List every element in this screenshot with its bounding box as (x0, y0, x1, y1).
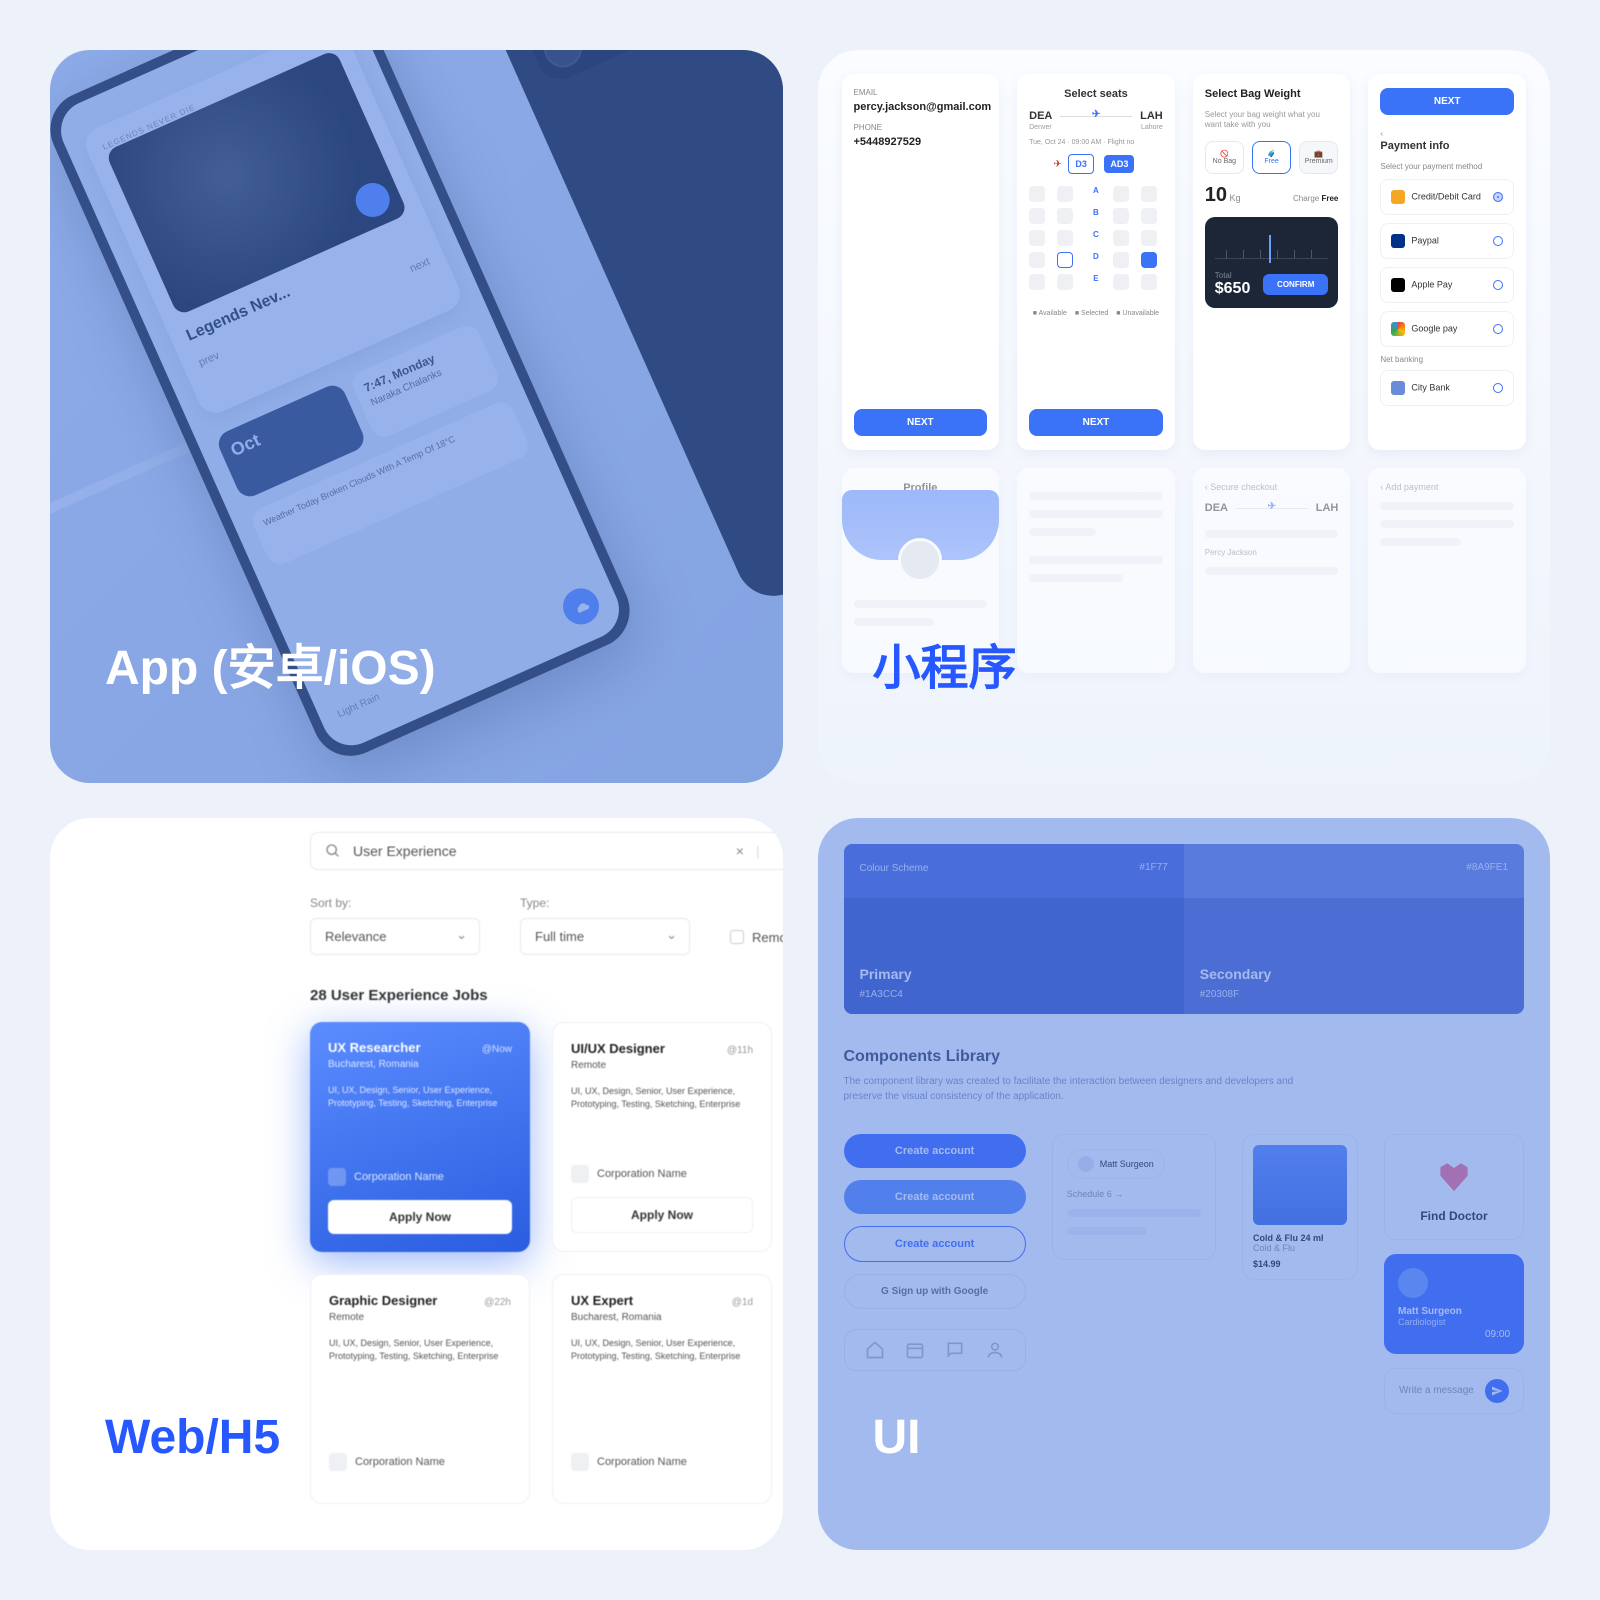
job-grid: UX Researcher@Now Bucharest, Romania UI,… (310, 1022, 783, 1504)
search-bar[interactable]: User Experience × | Bu (310, 832, 783, 870)
remote-checkbox[interactable]: Remote only (730, 920, 783, 955)
screen-login: EMAIL percy.jackson@gmail.com PHONE +544… (842, 74, 1000, 450)
weight-slider-panel: Total$650 CONFIRM (1205, 217, 1339, 308)
tile-mini-label: 小程序 (873, 628, 1017, 698)
bank-option[interactable]: City Bank (1380, 370, 1514, 406)
screen-add-payment: ‹ Add payment (1368, 468, 1526, 672)
apply-button[interactable]: Apply Now (571, 1197, 753, 1233)
search-icon (325, 843, 341, 859)
job-card[interactable]: UX Researcher@Now Bucharest, Romania UI,… (310, 1022, 530, 1252)
tile-app-label: App (安卓/iOS) (105, 628, 436, 698)
clear-icon[interactable]: × (736, 843, 744, 859)
job-search-mock: User Experience × | Bu Sort by: Relevanc… (310, 832, 783, 1537)
screen-bag-weight: Select Bag Weight Select your bag weight… (1193, 74, 1351, 450)
job-card[interactable]: UX Expert@1d Bucharest, Romania UI, UX, … (552, 1274, 772, 1504)
weight-slider[interactable] (1215, 231, 1329, 259)
tile-web-label: Web/H5 (105, 1410, 280, 1465)
screen-skeleton-1 (1017, 468, 1175, 672)
bag-option[interactable]: 🧳Free (1252, 141, 1291, 174)
type-label: Type: (520, 896, 690, 910)
apply-button[interactable]: Apply Now (328, 1200, 512, 1234)
sort-label: Sort by: (310, 896, 480, 910)
payment-method[interactable]: Paypal (1380, 223, 1514, 259)
seat-grid[interactable]: A B C D E (1029, 186, 1163, 290)
tile-app[interactable]: LEGENDS NEVER DIE Legends Nev... prev ne… (50, 50, 783, 783)
search-value: User Experience (353, 843, 457, 859)
airline-icon: ✈ (1053, 159, 1061, 170)
avatar (898, 538, 942, 582)
bag-option[interactable]: 💼Premium (1299, 141, 1338, 174)
bag-option[interactable]: 🚫No Bag (1205, 141, 1244, 174)
next-button[interactable]: NEXT (1380, 88, 1514, 115)
sort-select[interactable]: Relevance (310, 918, 480, 955)
screen-payment: NEXT ‹ Payment info Select your payment … (1368, 74, 1526, 450)
next-button[interactable]: NEXT (1029, 409, 1163, 436)
payment-method[interactable]: Google pay (1380, 311, 1514, 347)
tile-ui[interactable]: Colour Scheme#1F77 Primary #1A3CC4 #8A9F… (818, 818, 1551, 1551)
results-heading: 28 User Experience Jobs (310, 987, 783, 1004)
tile-mini-program[interactable]: EMAIL percy.jackson@gmail.com PHONE +544… (818, 50, 1551, 783)
job-card[interactable]: UI/UX Designer@11h Remote UI, UX, Design… (552, 1022, 772, 1252)
tile-ui-label: UI (873, 1410, 921, 1465)
payment-method[interactable]: Apple Pay (1380, 267, 1514, 303)
screen-checkout: ‹ Secure checkout DEALAH Percy Jackson (1193, 468, 1351, 672)
payment-method[interactable]: Credit/Debit Card (1380, 179, 1514, 215)
job-card[interactable]: Graphic Designer@22h Remote UI, UX, Desi… (310, 1274, 530, 1504)
type-select[interactable]: Full time (520, 918, 690, 955)
tile-web[interactable]: User Experience × | Bu Sort by: Relevanc… (50, 818, 783, 1551)
screen-select-seats: Select seats DEALAH DenverLahore Tue, Oc… (1017, 74, 1175, 450)
confirm-button[interactable]: CONFIRM (1263, 274, 1328, 295)
next-button[interactable]: NEXT (854, 409, 988, 436)
